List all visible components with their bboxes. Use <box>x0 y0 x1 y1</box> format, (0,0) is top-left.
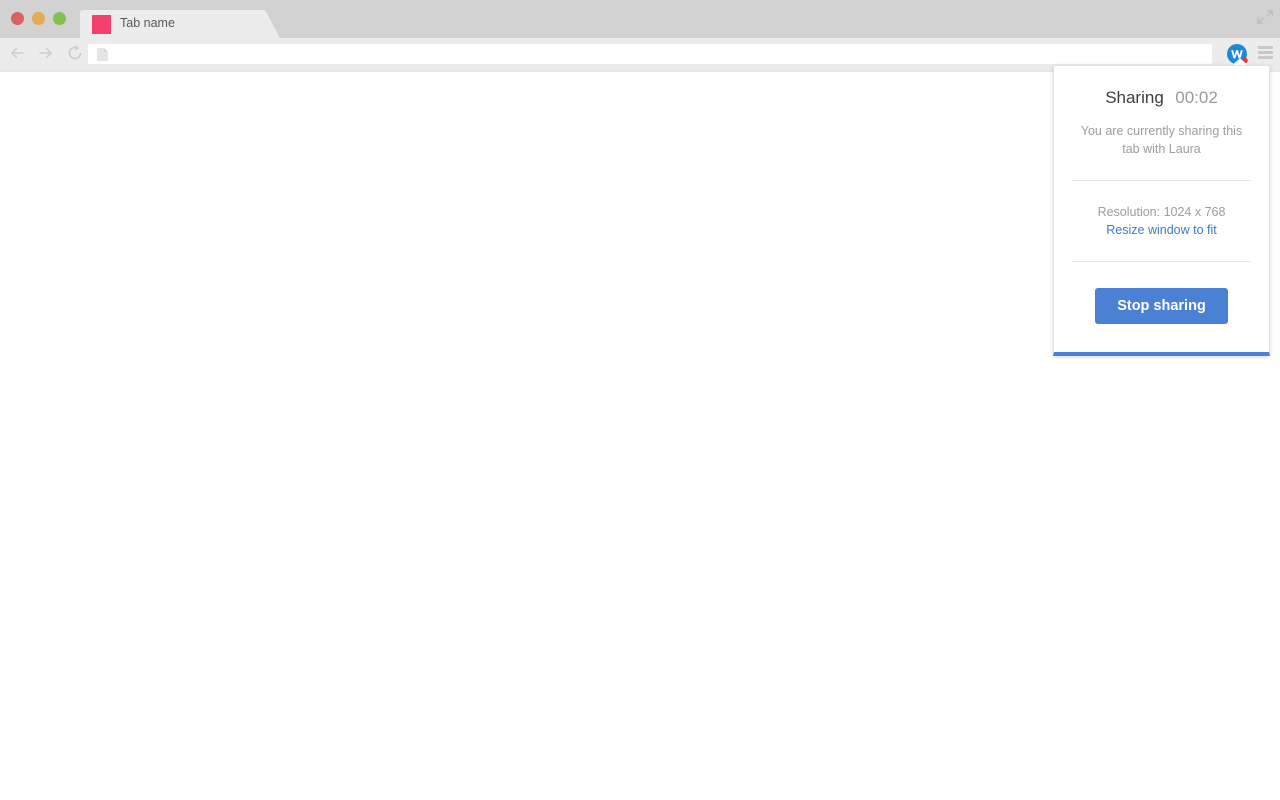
address-bar[interactable] <box>88 44 1212 64</box>
sharing-description: You are currently sharing this tab with … <box>1080 124 1243 156</box>
browser-titlebar: Tab name <box>0 0 1280 38</box>
reload-icon[interactable] <box>66 44 84 62</box>
menu-line <box>1258 46 1273 49</box>
resolution-label: Resolution: 1024 x 768 <box>1097 205 1226 219</box>
page-title: Sharing <box>1105 88 1164 107</box>
resolution-section: Resolution: 1024 x 768 Resize window to … <box>1054 181 1269 261</box>
page-document-icon <box>96 47 109 62</box>
back-arrow-icon[interactable] <box>8 44 26 62</box>
maximize-window-button[interactable] <box>53 12 66 25</box>
panel-header: Sharing 00:02 <box>1054 66 1269 108</box>
browser-window: Tab name Sharing 00:02 You are currently… <box>0 0 1280 800</box>
resize-window-link[interactable]: Resize window to fit <box>1054 221 1269 239</box>
sharing-timer: 00:02 <box>1175 88 1218 107</box>
stop-sharing-button[interactable]: Stop sharing <box>1095 288 1228 324</box>
close-window-button[interactable] <box>11 12 24 25</box>
hamburger-menu-icon[interactable] <box>1258 46 1273 59</box>
browser-tab[interactable]: Tab name <box>80 10 280 38</box>
sharing-popup-panel: Sharing 00:02 You are currently sharing … <box>1053 65 1270 356</box>
forward-arrow-icon[interactable] <box>37 44 55 62</box>
menu-line <box>1258 51 1273 54</box>
minimize-window-button[interactable] <box>32 12 45 25</box>
window-controls <box>11 12 66 25</box>
panel-action-section: Stop sharing <box>1054 262 1269 352</box>
navigation-buttons <box>8 44 84 62</box>
menu-line <box>1258 56 1273 59</box>
panel-description-section: You are currently sharing this tab with … <box>1054 122 1269 180</box>
tab-title: Tab name <box>120 16 175 30</box>
resize-diagonal-icon[interactable] <box>1256 8 1274 26</box>
favicon-square <box>92 15 111 34</box>
